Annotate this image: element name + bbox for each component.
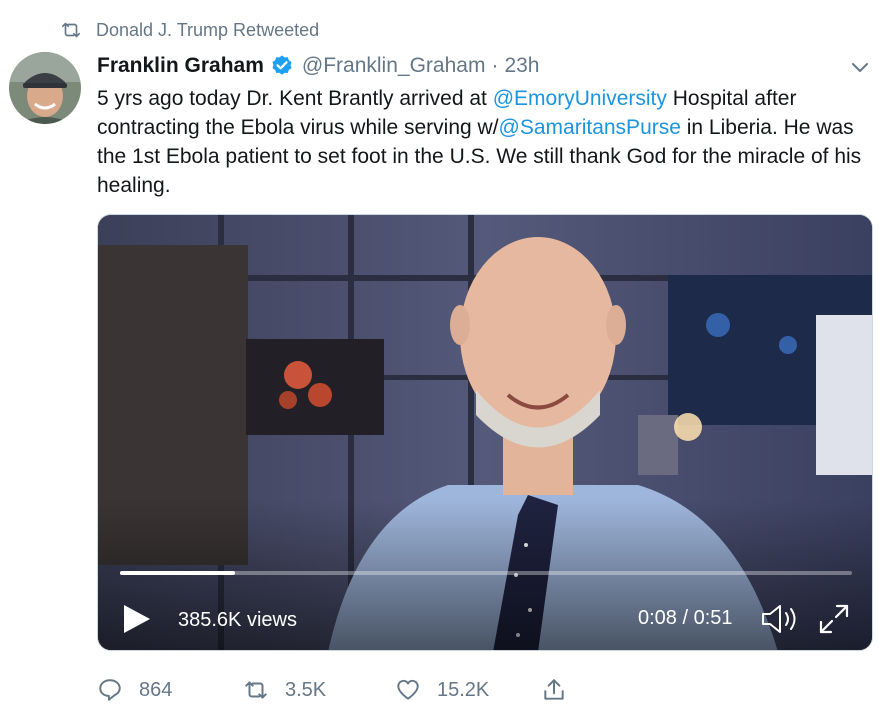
video-progress-bar[interactable] (120, 571, 852, 575)
mention-link[interactable]: @SamaritansPurse (499, 116, 681, 139)
reply-icon (99, 679, 121, 701)
mention-link[interactable]: @EmoryUniversity (493, 87, 667, 110)
video-timecode: 0:08 / 0:51 (638, 607, 733, 629)
tweet-header: Franklin Graham @Franklin_Graham · 23h (97, 51, 880, 81)
video-frame (98, 215, 872, 650)
retweeted-by-text: Donald J. Trump Retweeted (96, 19, 320, 40)
like-count: 15.2K (437, 678, 490, 701)
retweeted-by[interactable]: Donald J. Trump Retweeted (60, 18, 319, 42)
share-button[interactable] (541, 672, 583, 708)
author-avatar-image (9, 52, 81, 124)
author-avatar[interactable] (9, 52, 81, 124)
share-icon (544, 679, 564, 700)
tweet-timestamp[interactable]: 23h (504, 54, 539, 78)
retweet-count: 3.5K (285, 678, 327, 701)
video-progress-fill (120, 571, 235, 575)
tweet-text: 5 yrs ago today Dr. Kent Brantly arrived… (97, 84, 867, 200)
heart-icon (397, 679, 419, 700)
like-button[interactable]: 15.2K (395, 672, 489, 708)
author-name[interactable]: Franklin Graham (97, 54, 264, 78)
reply-button[interactable]: 864 (97, 672, 172, 708)
volume-icon[interactable] (760, 601, 800, 637)
play-icon[interactable] (118, 601, 154, 637)
retweet-icon (61, 22, 81, 38)
video-player[interactable]: 385.6K views 0:08 / 0:51 (97, 214, 873, 651)
author-handle[interactable]: @Franklin_Graham (302, 54, 486, 78)
retweet-icon (245, 681, 267, 699)
tweet-actions: 864 3.5K 15.2K (97, 672, 597, 708)
expand-icon[interactable] (816, 601, 852, 637)
retweet-button[interactable]: 3.5K (243, 672, 326, 708)
separator-dot: · (491, 54, 499, 77)
tweet-text-segment: 5 yrs ago today Dr. Kent Brantly arrived… (97, 87, 493, 110)
reply-count: 864 (139, 678, 173, 701)
view-count: 385.6K views (178, 609, 297, 631)
verified-badge-icon (272, 55, 292, 75)
chevron-down-icon[interactable] (848, 55, 872, 79)
